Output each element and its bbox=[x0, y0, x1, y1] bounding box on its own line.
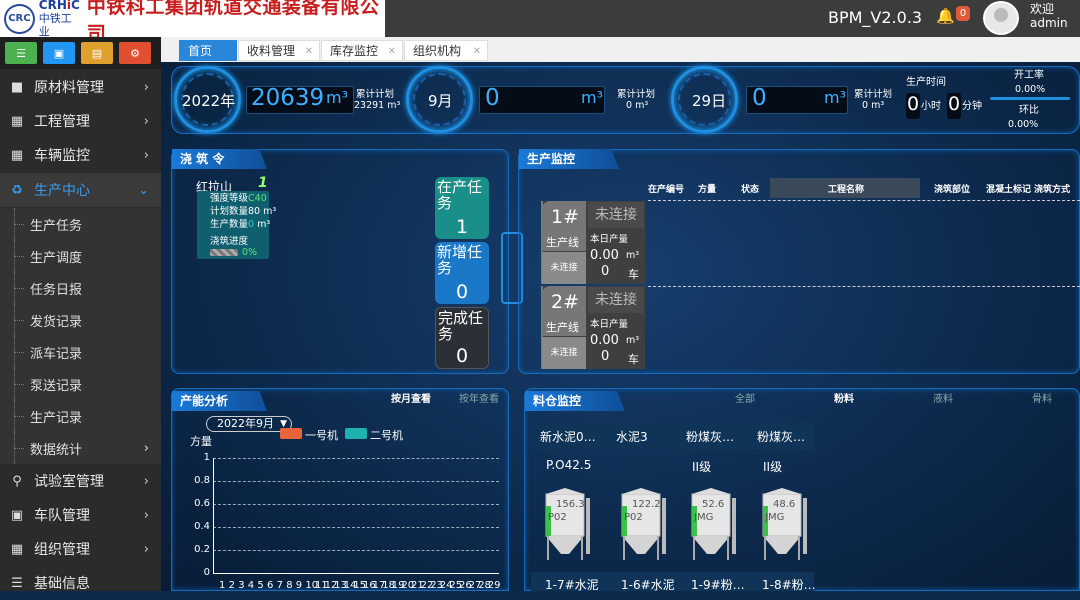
x-tick-label: 29 bbox=[488, 580, 501, 591]
silo-value: 52.6 bbox=[702, 499, 725, 510]
x-tick-label: 7 bbox=[277, 580, 283, 591]
x-tick-label: 4 bbox=[248, 580, 254, 591]
filter-powder[interactable]: 粉料 bbox=[834, 390, 854, 405]
filter-all[interactable]: 全部 bbox=[735, 390, 755, 405]
filter-liquid[interactable]: 液料 bbox=[933, 390, 953, 405]
silo-value: 122.2 bbox=[632, 499, 661, 510]
silo-value: 48.6 bbox=[773, 499, 796, 510]
silo-value: 156.3 bbox=[556, 499, 585, 510]
silo-name: 水泥3 bbox=[616, 430, 648, 444]
silo-name: 新水泥0… bbox=[540, 430, 596, 444]
silo-label: 1-8#粉… bbox=[762, 578, 816, 592]
x-tick-label: 5 bbox=[257, 580, 263, 591]
silo-code: P02 bbox=[624, 512, 643, 523]
x-tick-label: 8 bbox=[286, 580, 292, 591]
x-tick-label: 2 bbox=[229, 580, 235, 591]
filter-aggregate[interactable]: 骨料 bbox=[1032, 390, 1052, 405]
x-tick-label: 6 bbox=[267, 580, 273, 591]
silo-label: 1-7#水泥 bbox=[545, 578, 599, 592]
x-tick-label: 9 bbox=[296, 580, 302, 591]
silo-code: JMG bbox=[694, 512, 714, 523]
silo-name: 粉煤灰… bbox=[757, 430, 806, 444]
silo-spec: II级 bbox=[692, 460, 712, 474]
silo-spec: P.O42.5 bbox=[546, 458, 592, 472]
x-tick-label: 1 bbox=[219, 580, 225, 591]
silo-code: JMG bbox=[765, 512, 785, 523]
silo-code: P02 bbox=[548, 512, 567, 523]
silo-title: 料仓监控 bbox=[525, 391, 625, 411]
silo-label: 1-6#水泥 bbox=[621, 578, 675, 592]
silo-spec: II级 bbox=[763, 460, 783, 474]
silo-name: 粉煤灰… bbox=[686, 430, 735, 444]
silo-label: 1-9#粉… bbox=[691, 578, 745, 592]
x-tick-label: 3 bbox=[238, 580, 244, 591]
